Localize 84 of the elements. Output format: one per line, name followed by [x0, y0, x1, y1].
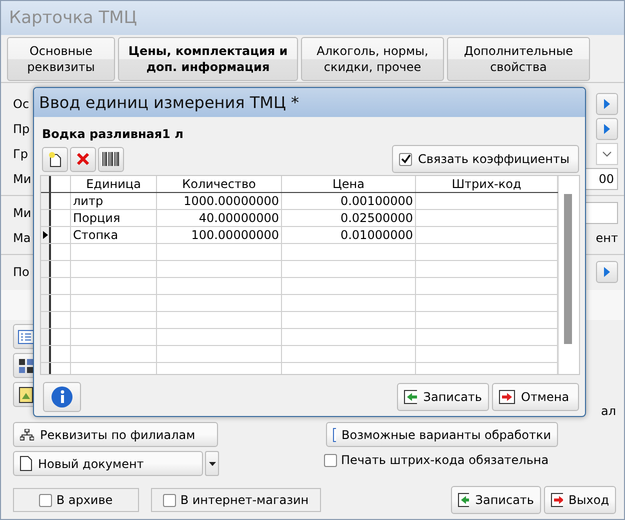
field-label: По [13, 264, 30, 278]
checkbox-label: Печать штрих-кода обязательна [341, 453, 549, 467]
checkbox[interactable] [39, 494, 52, 506]
table-row[interactable]: Порция 40.00000000 0.02500000 [41, 210, 558, 227]
table-cell: 100.00000000 [157, 227, 282, 243]
select-button[interactable] [596, 92, 618, 114]
arrow-right-icon [604, 124, 610, 134]
new-document-button[interactable]: Новый документ [13, 451, 203, 476]
tab[interactable]: Цены, комплектация и доп. информация [118, 37, 298, 81]
info-icon [51, 386, 73, 408]
chevron-down-icon [602, 150, 612, 156]
table-cell: 0.02500000 [282, 210, 416, 226]
arrow-right-icon [604, 98, 610, 108]
field-label: Гр [13, 146, 28, 160]
link-coefficients-button[interactable]: Связать коэффициенты [392, 145, 579, 173]
arrow-left-icon [458, 493, 470, 507]
field-label: Ос [13, 96, 30, 110]
checkbox-label: В интернет-магазин [180, 493, 309, 507]
window-title: Карточка ТМЦ [9, 8, 137, 28]
tab[interactable]: Основные реквизиты [7, 37, 115, 81]
exit-button[interactable]: Выход [544, 486, 616, 514]
row-header[interactable] [41, 227, 51, 243]
barcode-button[interactable] [98, 146, 124, 172]
new-document-icon [47, 151, 63, 167]
tab[interactable]: Алкоголь, нормы, скидки, прочее [301, 37, 444, 81]
field-label: Ми [13, 206, 32, 220]
table-cell: Порция [71, 210, 157, 226]
table-row[interactable]: литр 1000.00000000 0.00100000 [41, 193, 558, 210]
arrow-left-icon [404, 390, 418, 404]
branches-button[interactable]: Реквизиты по филиалам [13, 422, 218, 447]
row-header[interactable] [41, 193, 51, 209]
info-button[interactable] [43, 382, 81, 412]
row-header [41, 261, 51, 277]
column-header: Количество [157, 176, 282, 192]
row-header [41, 278, 51, 294]
label-text: ал [600, 404, 616, 418]
field-label: ент [596, 230, 618, 244]
check-icon [400, 154, 410, 164]
row-pointer-icon [42, 231, 48, 239]
exit-icon [499, 390, 515, 404]
processing-options-button[interactable]: Возможные варианты обработки [326, 422, 558, 447]
dialog-title: Ввод единиц измерения ТМЦ * [39, 93, 299, 112]
barcode-icon [102, 152, 120, 166]
table-cell: литр [71, 193, 157, 209]
row-header [41, 176, 51, 192]
column-header: Единица [71, 176, 157, 192]
row-header [41, 244, 51, 260]
arrow-right-icon [604, 266, 610, 276]
exit-icon [551, 493, 563, 507]
column-header: Штрих-код [416, 176, 558, 192]
table-cell: Стопка [71, 227, 157, 243]
hierarchy-icon [20, 428, 34, 440]
delete-icon [76, 152, 90, 166]
scrollbar-thumb[interactable] [564, 194, 572, 344]
document-icon [20, 456, 32, 471]
checkbox[interactable] [324, 454, 337, 466]
table-row[interactable]: Стопка 100.00000000 0.01000000 [41, 227, 558, 244]
table-cell: 0.01000000 [282, 227, 416, 243]
caret-icon [208, 462, 216, 466]
table-cell: 40.00000000 [157, 210, 282, 226]
checkbox[interactable] [163, 494, 176, 506]
row-header[interactable] [41, 210, 51, 226]
dropdown-button[interactable] [205, 451, 219, 476]
checkbox-label: В архиве [56, 493, 113, 507]
field-label: Ми [13, 172, 32, 186]
column-header: Цена [282, 176, 416, 192]
table-cell: 1000.00000000 [157, 193, 282, 209]
select-button[interactable] [596, 118, 618, 140]
picture-icon [19, 386, 33, 402]
row-header [41, 312, 51, 328]
field-label: Ма [13, 230, 31, 244]
grid-icon [18, 358, 34, 374]
select-button[interactable] [596, 260, 618, 282]
save-button[interactable]: Записать [451, 486, 541, 514]
table-cell: 0.00100000 [282, 193, 416, 209]
delete-button[interactable] [70, 146, 96, 172]
cancel-button[interactable]: Отмена [492, 383, 579, 411]
row-header [41, 329, 51, 345]
add-button[interactable] [42, 146, 68, 172]
tab[interactable]: Дополнительные свойства [447, 37, 590, 81]
product-name: Водка разливная1 л [42, 127, 184, 141]
field-label: Пр [13, 122, 30, 136]
row-header [41, 295, 51, 311]
save-button[interactable]: Записать [397, 383, 489, 411]
